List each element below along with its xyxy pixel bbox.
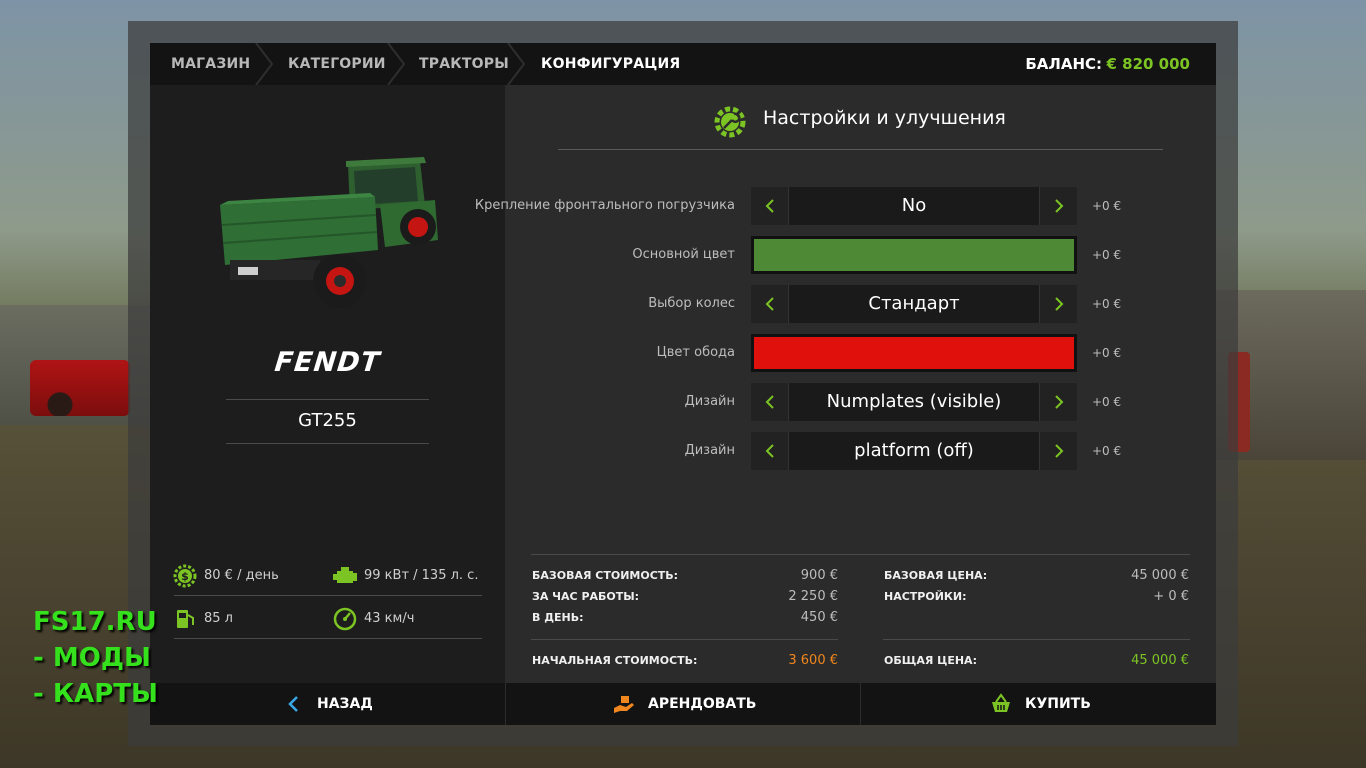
numplates-selector: Numplates (visible) <box>751 383 1077 421</box>
back-button[interactable]: НАЗАД <box>150 683 505 725</box>
buy-button[interactable]: КУПИТЬ <box>861 683 1216 725</box>
base-price-value: 45 000 € <box>1131 568 1189 583</box>
selector-value: Стандарт <box>868 293 960 314</box>
per-day-label: В ДЕНЬ: <box>532 611 584 624</box>
front-loader-selector: No <box>751 187 1077 225</box>
divider <box>531 639 838 640</box>
initial-cost-value: 3 600 € <box>788 653 838 668</box>
breadcrumb-categories[interactable]: КАТЕГОРИИ <box>288 43 386 85</box>
per-hour-label: ЗА ЧАС РАБОТЫ: <box>532 590 640 603</box>
next-option-button[interactable] <box>1039 383 1077 421</box>
wheels-selector: Стандарт <box>751 285 1077 323</box>
balance-label: БАЛАНС: <box>1025 55 1102 73</box>
per-day-value: 450 € <box>800 610 838 625</box>
initial-cost-label: НАЧАЛЬНАЯ СТОИМОСТЬ: <box>532 654 698 667</box>
selector-value: Numplates (visible) <box>826 391 1002 412</box>
selector-value: No <box>901 195 927 216</box>
shopping-basket-icon <box>992 693 1010 712</box>
fuel-pump-icon <box>177 610 194 628</box>
rim-color-swatch[interactable] <box>751 334 1077 372</box>
breadcrumb-separator-icon <box>386 43 406 85</box>
divider <box>226 443 429 444</box>
divider <box>174 595 482 596</box>
chevron-left-icon <box>288 696 298 712</box>
header-bar: МАГАЗИН КАТЕГОРИИ ТРАКТОРЫ КОНФИГУРАЦИЯ … <box>150 43 1216 85</box>
breadcrumb-shop[interactable]: МАГАЗИН <box>171 43 250 85</box>
background-red-tractor <box>30 360 130 416</box>
platform-selector: platform (off) <box>751 432 1077 470</box>
option-price: +0 € <box>1092 444 1122 458</box>
vehicle-model-name: GT255 <box>298 410 357 431</box>
watermark-line: - КАРТЫ <box>33 679 158 709</box>
config-label-design-platform: Дизайн <box>684 443 735 458</box>
divider <box>531 554 1190 555</box>
breadcrumb-separator-icon <box>254 43 274 85</box>
chevron-right-icon <box>1055 444 1064 458</box>
config-label-front-loader: Крепление фронтального погрузчика <box>474 198 735 213</box>
divider <box>883 639 1190 640</box>
watermark-line: - МОДЫ <box>33 643 151 673</box>
svg-text:$: $ <box>181 570 189 583</box>
settings-cost-value: + 0 € <box>1153 589 1189 604</box>
chevron-left-icon <box>765 297 774 311</box>
rent-button[interactable]: АРЕНДОВАТЬ <box>506 683 860 725</box>
prev-option-button[interactable] <box>751 285 789 323</box>
next-option-button[interactable] <box>1039 187 1077 225</box>
base-price-label: БАЗОВАЯ ЦЕНА: <box>884 569 988 582</box>
prev-option-button[interactable] <box>751 383 789 421</box>
engine-icon <box>333 567 357 583</box>
chevron-right-icon <box>1055 395 1064 409</box>
breadcrumb-tractors[interactable]: ТРАКТОРЫ <box>419 43 509 85</box>
config-label-design-numplates: Дизайн <box>684 394 735 409</box>
watermark-line: FS17.RU <box>33 607 157 637</box>
prev-option-button[interactable] <box>751 187 789 225</box>
divider <box>558 149 1163 150</box>
next-option-button[interactable] <box>1039 432 1077 470</box>
option-price: +0 € <box>1092 297 1122 311</box>
color-fill <box>754 337 1074 369</box>
chevron-right-icon <box>1055 297 1064 311</box>
main-color-swatch[interactable] <box>751 236 1077 274</box>
total-price-label: ОБЩАЯ ЦЕНА: <box>884 654 977 667</box>
rent-hand-icon <box>614 696 634 713</box>
config-label-main-color: Основной цвет <box>632 247 735 262</box>
speedometer-icon <box>333 607 357 631</box>
selector-value: platform (off) <box>854 440 974 461</box>
section-title: Настройки и улучшения <box>763 107 1006 129</box>
breadcrumb-configuration: КОНФИГУРАЦИЯ <box>541 56 681 72</box>
breadcrumb-separator-icon <box>506 43 526 85</box>
option-price: +0 € <box>1092 248 1122 262</box>
color-fill <box>754 239 1074 271</box>
chevron-right-icon <box>1055 199 1064 213</box>
config-label-rim-color: Цвет обода <box>656 345 735 360</box>
chevron-left-icon <box>765 199 774 213</box>
base-cost-value: 900 € <box>800 568 838 583</box>
balance-value: € 820 000 <box>1106 55 1190 73</box>
option-price: +0 € <box>1092 395 1122 409</box>
option-price: +0 € <box>1092 199 1122 213</box>
option-price: +0 € <box>1092 346 1122 360</box>
prev-option-button[interactable] <box>751 432 789 470</box>
settings-cost-label: НАСТРОЙКИ: <box>884 590 967 603</box>
footer-bar: НАЗАД АРЕНДОВАТЬ КУПИТЬ <box>150 683 1216 725</box>
site-watermark: FS17.RU - МОДЫ - КАРТЫ <box>33 604 158 712</box>
chevron-left-icon <box>765 444 774 458</box>
vehicle-preview-image <box>220 157 438 308</box>
config-label-wheels: Выбор колес <box>648 296 735 311</box>
base-cost-label: БАЗОВАЯ СТОИМОСТЬ: <box>532 569 679 582</box>
money-gear-icon: $ <box>173 564 197 588</box>
chevron-left-icon <box>765 395 774 409</box>
per-hour-value: 2 250 € <box>788 589 838 604</box>
settings-wrench-icon <box>714 106 746 138</box>
configuration-panel: Настройки и улучшения Крепление фронталь… <box>475 85 1216 683</box>
next-option-button[interactable] <box>1039 285 1077 323</box>
divider <box>174 638 482 639</box>
total-price-value: 45 000 € <box>1131 653 1189 668</box>
